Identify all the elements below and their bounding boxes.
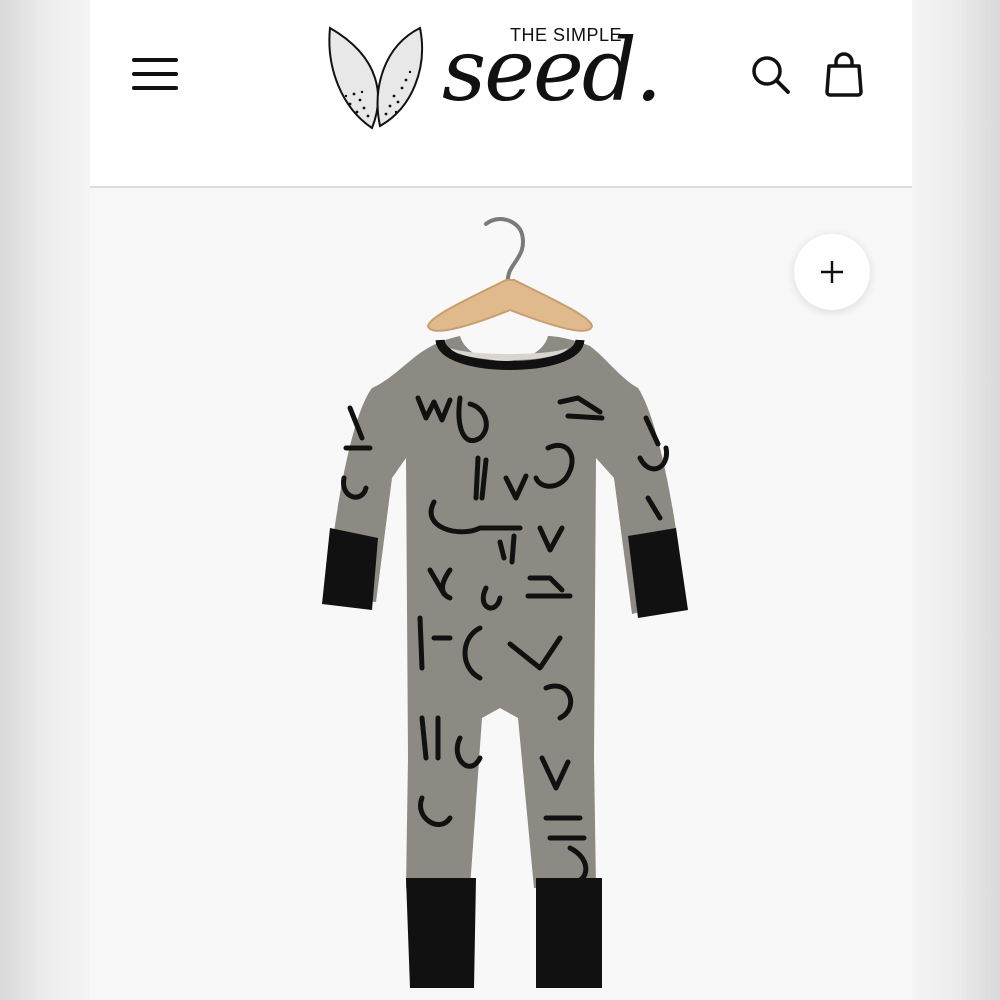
zoom-button[interactable] bbox=[794, 234, 870, 310]
product-page: THE SIMPLE seed. bbox=[90, 0, 912, 1000]
site-header: THE SIMPLE seed. bbox=[90, 0, 912, 188]
hamburger-menu-icon bbox=[132, 58, 178, 62]
plus-icon bbox=[821, 261, 843, 283]
shopping-bag-icon bbox=[825, 52, 863, 97]
hanger-icon bbox=[426, 217, 594, 332]
product-image[interactable] bbox=[310, 198, 710, 1000]
hamburger-menu-icon bbox=[132, 72, 178, 76]
menu-button[interactable] bbox=[130, 56, 180, 92]
brand-wordmark: seed. bbox=[442, 21, 662, 121]
brand-logo[interactable]: THE SIMPLE seed. bbox=[324, 8, 704, 138]
hamburger-menu-icon bbox=[132, 86, 178, 90]
seed-leaf-logo-icon bbox=[328, 26, 424, 130]
cart-button[interactable] bbox=[821, 50, 867, 98]
search-icon bbox=[752, 56, 790, 94]
product-gallery bbox=[90, 188, 912, 1000]
search-button[interactable] bbox=[748, 52, 794, 98]
